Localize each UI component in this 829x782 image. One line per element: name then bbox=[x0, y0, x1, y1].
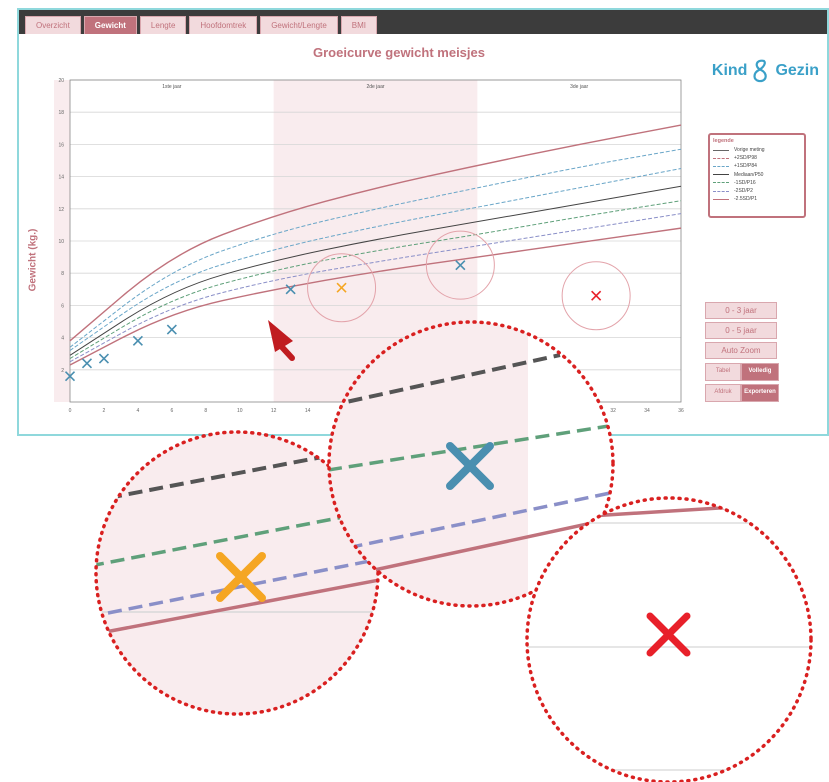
zoom-overlay bbox=[94, 320, 813, 782]
pointer-arrow-icon bbox=[268, 320, 295, 361]
zoom-circle-right bbox=[525, 496, 813, 782]
